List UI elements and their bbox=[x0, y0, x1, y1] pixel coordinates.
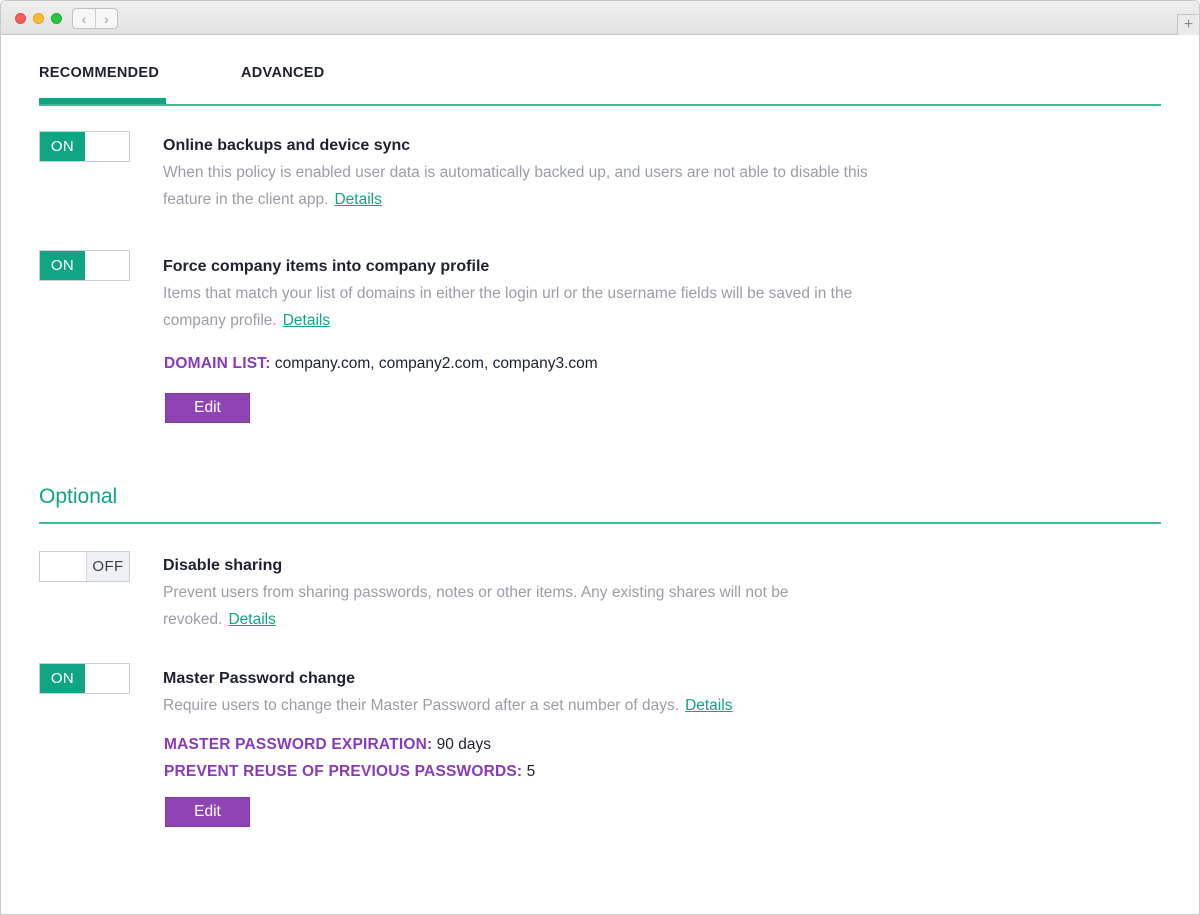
back-icon[interactable]: ‹ bbox=[73, 9, 95, 28]
policy-description: Items that match your list of domains in… bbox=[163, 280, 903, 334]
details-link[interactable]: Details bbox=[228, 611, 275, 628]
prevent-reuse-setting: PREVENT REUSE OF PREVIOUS PASSWORDS: 5 bbox=[164, 763, 535, 781]
policy-description-text: When this policy is enabled user data is… bbox=[163, 164, 868, 208]
tab-bar: RECOMMENDED ADVANCED bbox=[39, 36, 1161, 106]
tab-recommended[interactable]: RECOMMENDED bbox=[39, 65, 159, 81]
close-window-button[interactable] bbox=[15, 13, 26, 24]
nav-buttons: ‹ › bbox=[72, 8, 118, 29]
policies-page: RECOMMENDED ADVANCED ON Online backups a… bbox=[1, 36, 1199, 914]
master-password-expiration-setting: MASTER PASSWORD EXPIRATION: 90 days bbox=[164, 736, 491, 754]
policy-title: Force company items into company profile bbox=[163, 258, 490, 275]
browser-window: ‹ › + RECOMMENDED ADVANCED ON Online bac… bbox=[0, 0, 1200, 915]
edit-domain-list-button[interactable]: Edit bbox=[165, 393, 250, 423]
policy-description-text: Require users to change their Master Pas… bbox=[163, 697, 680, 714]
setting-value: company.com, company2.com, company3.com bbox=[274, 355, 598, 372]
toggle-track bbox=[85, 132, 129, 161]
toggle-on-label: ON bbox=[40, 132, 85, 161]
disable-sharing-toggle[interactable]: OFF bbox=[39, 551, 130, 582]
policy-description-text: Items that match your list of domains in… bbox=[163, 285, 853, 329]
policy-title: Online backups and device sync bbox=[163, 137, 411, 154]
section-divider bbox=[39, 522, 1161, 524]
force-company-items-toggle[interactable]: ON bbox=[39, 250, 130, 281]
edit-master-password-button[interactable]: Edit bbox=[165, 797, 250, 827]
details-link[interactable]: Details bbox=[334, 191, 381, 208]
setting-value: 5 bbox=[526, 763, 536, 780]
policy-title: Master Password change bbox=[163, 670, 356, 687]
domain-list-setting: DOMAIN LIST: company.com, company2.com, … bbox=[164, 355, 598, 373]
setting-key: PREVENT REUSE OF PREVIOUS PASSWORDS: bbox=[164, 763, 523, 780]
setting-key: MASTER PASSWORD EXPIRATION: bbox=[164, 736, 433, 753]
toggle-track bbox=[85, 251, 129, 280]
toggle-on-label: ON bbox=[40, 664, 85, 693]
minimize-window-button[interactable] bbox=[33, 13, 44, 24]
details-link[interactable]: Details bbox=[283, 312, 330, 329]
policy-title: Disable sharing bbox=[163, 557, 283, 574]
tab-advanced[interactable]: ADVANCED bbox=[241, 65, 325, 81]
policy-description: Require users to change their Master Pas… bbox=[163, 692, 903, 719]
toggle-off-label: OFF bbox=[86, 552, 129, 581]
toggle-on-label: ON bbox=[40, 251, 85, 280]
online-backups-toggle[interactable]: ON bbox=[39, 131, 130, 162]
active-tab-indicator bbox=[39, 98, 166, 104]
toggle-track bbox=[85, 664, 129, 693]
maximize-window-button[interactable] bbox=[51, 13, 62, 24]
toggle-track bbox=[40, 552, 86, 581]
policy-description: When this policy is enabled user data is… bbox=[163, 159, 903, 213]
title-bar: ‹ › + bbox=[1, 1, 1199, 35]
setting-key: DOMAIN LIST: bbox=[164, 355, 271, 372]
section-title-optional: Optional bbox=[39, 485, 118, 508]
policy-description: Prevent users from sharing passwords, no… bbox=[163, 579, 903, 633]
new-tab-button[interactable]: + bbox=[1177, 14, 1199, 35]
forward-icon[interactable]: › bbox=[95, 9, 117, 28]
setting-value: 90 days bbox=[436, 736, 491, 753]
details-link[interactable]: Details bbox=[685, 697, 732, 714]
master-password-change-toggle[interactable]: ON bbox=[39, 663, 130, 694]
